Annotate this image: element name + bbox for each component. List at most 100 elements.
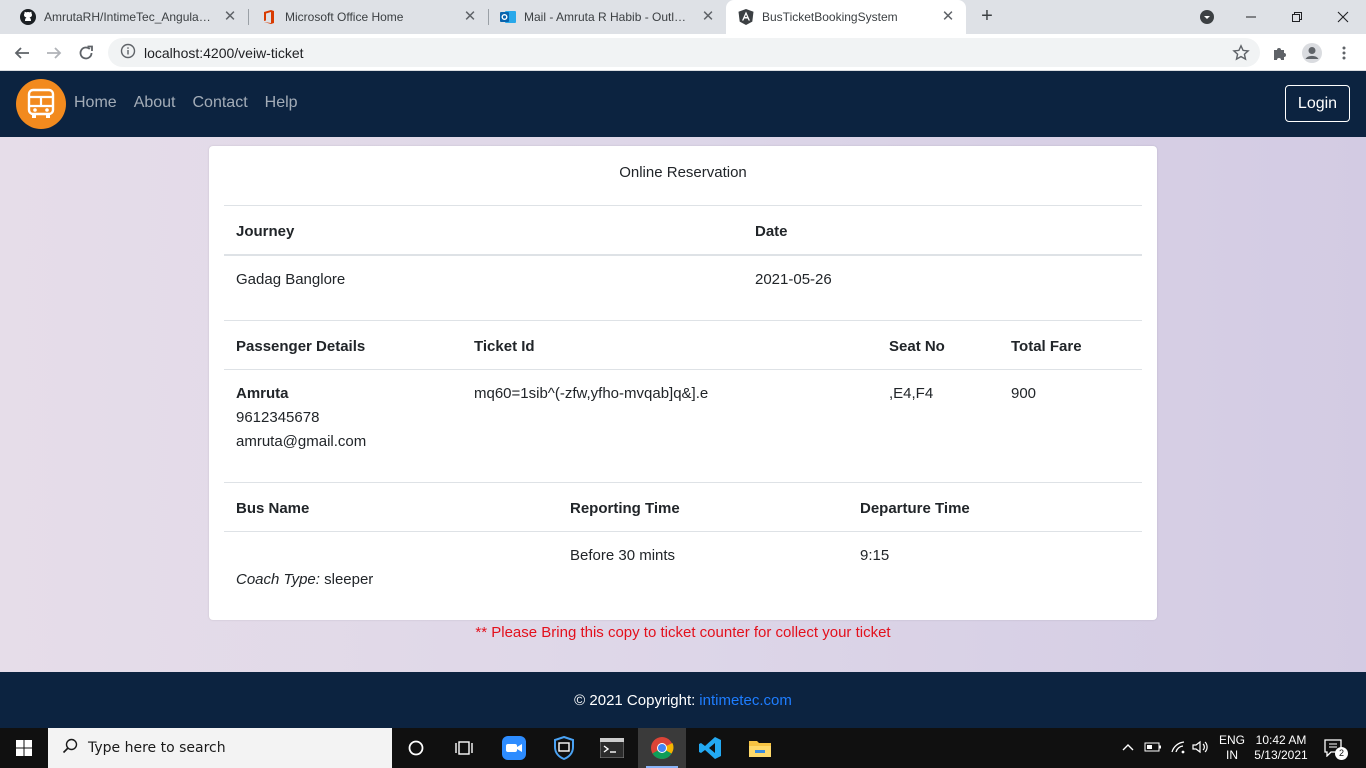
file-explorer-folder-icon[interactable] — [736, 728, 784, 768]
windows-taskbar: Type here to search ENG IN 10:42 AM 5/13… — [0, 728, 1366, 768]
system-tray-icons — [1122, 728, 1210, 768]
angular-icon — [738, 9, 754, 25]
clock[interactable]: 10:42 AM 5/13/2021 — [1254, 728, 1308, 768]
wifi-icon[interactable] — [1170, 740, 1186, 757]
tab-github[interactable]: AmrutaRH/IntimeTec_Angular_Tra ✕ — [8, 0, 248, 34]
nav-help-link[interactable]: Help — [265, 94, 298, 112]
outlook-icon — [500, 9, 516, 25]
task-view-icon[interactable] — [440, 728, 488, 768]
office-icon — [261, 9, 277, 25]
minimize-icon[interactable] — [1228, 0, 1274, 34]
date-header: Date — [755, 223, 788, 240]
departure-time-value: 9:15 — [860, 547, 890, 564]
address-bar[interactable]: localhost:4200/veiw-ticket — [108, 38, 1260, 67]
passenger-header: Passenger Details — [236, 338, 366, 355]
seat-no-header: Seat No — [889, 338, 945, 355]
departure-time-header: Departure Time — [860, 500, 970, 517]
passenger-details: Amruta 9612345678 amruta@gmail.com — [236, 382, 366, 454]
search-placeholder: Type here to search — [88, 740, 226, 756]
coach-type: Coach Type: sleeper — [236, 568, 373, 592]
speaker-icon[interactable] — [1192, 740, 1210, 757]
close-icon[interactable]: ✕ — [700, 9, 716, 25]
profile-avatar-icon[interactable] — [1298, 39, 1326, 67]
restore-icon[interactable] — [1274, 0, 1320, 34]
bus-logo-icon[interactable] — [16, 79, 66, 129]
notification-center-icon[interactable]: 2 — [1322, 728, 1348, 768]
language-text: ENG — [1218, 733, 1245, 747]
close-icon[interactable]: ✕ — [940, 9, 956, 25]
tab-title: AmrutaRH/IntimeTec_Angular_Tra — [44, 10, 214, 24]
ticket-id-value: mq60=1sib^(-zfw,yfho-mvqab]q&].e — [474, 385, 709, 402]
tab-title: Microsoft Office Home — [285, 10, 404, 24]
tab-outlook[interactable]: Mail - Amruta R Habib - Outlook ✕ — [488, 0, 726, 34]
passenger-phone: 9612345678 — [236, 409, 320, 426]
notification-count: 2 — [1335, 747, 1348, 760]
terminal-icon[interactable] — [588, 728, 636, 768]
zoom-app-icon[interactable] — [490, 728, 538, 768]
nav-links: Home About Contact Help — [74, 94, 298, 112]
defender-shield-icon[interactable] — [540, 728, 588, 768]
tab-title: BusTicketBookingSystem — [762, 10, 898, 24]
bus-name-header: Bus Name — [236, 500, 310, 517]
login-button[interactable]: Login — [1285, 85, 1350, 122]
search-icon — [62, 738, 78, 758]
clock-date: 5/13/2021 — [1254, 748, 1308, 762]
github-icon — [20, 9, 36, 25]
reload-icon[interactable] — [72, 39, 100, 67]
ticket-title: Online Reservation — [619, 164, 747, 181]
notice-text: ** Please Bring this copy to ticket coun… — [475, 624, 891, 641]
nav-home-link[interactable]: Home — [74, 94, 117, 112]
divider — [224, 482, 1142, 483]
taskbar-search-box[interactable]: Type here to search — [48, 728, 392, 768]
browser-toolbar: localhost:4200/veiw-ticket — [0, 34, 1366, 71]
coach-type-value: sleeper — [324, 571, 374, 588]
footer-link[interactable]: intimetec.com — [699, 692, 792, 709]
main-content: Online Reservation Journey Date Gadag Ba… — [0, 137, 1366, 672]
close-icon[interactable]: ✕ — [222, 9, 238, 25]
total-fare-value: 900 — [1011, 385, 1037, 402]
info-icon[interactable] — [120, 43, 136, 62]
site-footer: © 2021 Copyright: intimetec.com — [0, 672, 1366, 728]
divider — [224, 369, 1142, 370]
url-text: localhost:4200/veiw-ticket — [144, 44, 304, 61]
clock-time: 10:42 AM — [1255, 733, 1307, 747]
seat-no-value: ,E4,F4 — [889, 385, 934, 402]
total-fare-header: Total Fare — [1011, 338, 1082, 355]
journey-header: Journey — [236, 223, 295, 240]
region-text: IN — [1226, 748, 1238, 762]
back-arrow-icon[interactable] — [8, 39, 36, 67]
divider — [224, 205, 1142, 206]
browser-tab-bar: AmrutaRH/IntimeTec_Angular_Tra ✕ Microso… — [0, 0, 1366, 34]
divider — [224, 531, 1142, 532]
reporting-time-header: Reporting Time — [570, 500, 680, 517]
nav-about-link[interactable]: About — [134, 94, 176, 112]
battery-icon[interactable] — [1144, 741, 1162, 756]
journey-value: Gadag Banglore — [236, 271, 346, 288]
bookmark-star-icon[interactable] — [1232, 44, 1250, 62]
windows-start-icon[interactable] — [0, 728, 48, 768]
ticket-id-header: Ticket Id — [474, 338, 535, 355]
nav-contact-link[interactable]: Contact — [193, 94, 248, 112]
cortana-icon[interactable] — [392, 728, 440, 768]
close-icon[interactable]: ✕ — [462, 9, 478, 25]
passenger-email: amruta@gmail.com — [236, 433, 367, 450]
tab-title: Mail - Amruta R Habib - Outlook — [524, 10, 692, 24]
tab-busticket-active[interactable]: BusTicketBookingSystem ✕ — [726, 0, 966, 34]
tab-office[interactable]: Microsoft Office Home ✕ — [249, 0, 488, 34]
kebab-menu-icon[interactable] — [1330, 39, 1358, 67]
copyright-text: © 2021 Copyright: — [574, 691, 696, 709]
new-tab-plus-icon[interactable]: + — [976, 6, 998, 28]
chevron-up-icon[interactable] — [1122, 741, 1134, 755]
chrome-icon[interactable] — [638, 728, 686, 768]
tab-search-icon[interactable] — [1184, 0, 1230, 34]
coach-type-label: Coach Type: — [236, 571, 320, 588]
date-value: 2021-05-26 — [755, 271, 832, 288]
extensions-puzzle-icon[interactable] — [1266, 39, 1294, 67]
passenger-name: Amruta — [236, 385, 289, 402]
forward-arrow-icon[interactable] — [40, 39, 68, 67]
language-indicator[interactable]: ENG IN — [1218, 728, 1246, 768]
close-window-icon[interactable] — [1320, 0, 1366, 34]
vscode-icon[interactable] — [686, 728, 734, 768]
reporting-time-value: Before 30 mints — [570, 547, 676, 564]
divider — [224, 320, 1142, 321]
